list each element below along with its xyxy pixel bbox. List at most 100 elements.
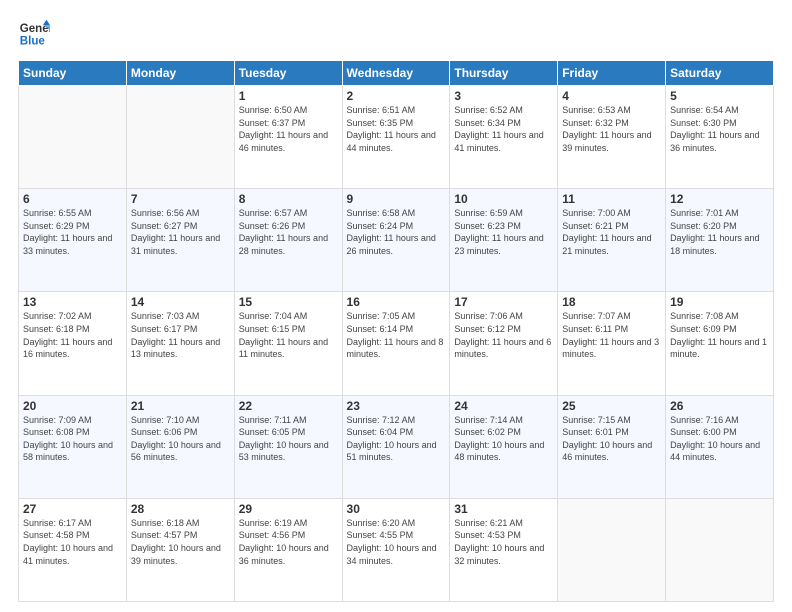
calendar-week-row: 20Sunrise: 7:09 AM Sunset: 6:08 PM Dayli… <box>19 395 774 498</box>
day-info: Sunrise: 7:08 AM Sunset: 6:09 PM Dayligh… <box>670 310 769 360</box>
calendar-table: SundayMondayTuesdayWednesdayThursdayFrid… <box>18 60 774 602</box>
calendar-day-cell: 2Sunrise: 6:51 AM Sunset: 6:35 PM Daylig… <box>342 86 450 189</box>
day-number: 8 <box>239 192 338 206</box>
calendar-week-row: 6Sunrise: 6:55 AM Sunset: 6:29 PM Daylig… <box>19 189 774 292</box>
day-number: 2 <box>347 89 446 103</box>
weekday-header-wednesday: Wednesday <box>342 61 450 86</box>
calendar-day-cell: 20Sunrise: 7:09 AM Sunset: 6:08 PM Dayli… <box>19 395 127 498</box>
calendar-day-cell <box>126 86 234 189</box>
calendar-day-cell: 13Sunrise: 7:02 AM Sunset: 6:18 PM Dayli… <box>19 292 127 395</box>
day-info: Sunrise: 7:11 AM Sunset: 6:05 PM Dayligh… <box>239 414 338 464</box>
day-number: 29 <box>239 502 338 516</box>
day-info: Sunrise: 7:12 AM Sunset: 6:04 PM Dayligh… <box>347 414 446 464</box>
weekday-header-friday: Friday <box>558 61 666 86</box>
day-info: Sunrise: 7:06 AM Sunset: 6:12 PM Dayligh… <box>454 310 553 360</box>
calendar-day-cell: 29Sunrise: 6:19 AM Sunset: 4:56 PM Dayli… <box>234 498 342 601</box>
day-info: Sunrise: 7:01 AM Sunset: 6:20 PM Dayligh… <box>670 207 769 257</box>
header: General Blue <box>18 18 774 50</box>
calendar-day-cell: 21Sunrise: 7:10 AM Sunset: 6:06 PM Dayli… <box>126 395 234 498</box>
day-number: 4 <box>562 89 661 103</box>
weekday-header-row: SundayMondayTuesdayWednesdayThursdayFrid… <box>19 61 774 86</box>
calendar-day-cell <box>666 498 774 601</box>
day-number: 20 <box>23 399 122 413</box>
calendar-day-cell: 17Sunrise: 7:06 AM Sunset: 6:12 PM Dayli… <box>450 292 558 395</box>
day-number: 26 <box>670 399 769 413</box>
calendar-day-cell: 5Sunrise: 6:54 AM Sunset: 6:30 PM Daylig… <box>666 86 774 189</box>
day-info: Sunrise: 6:59 AM Sunset: 6:23 PM Dayligh… <box>454 207 553 257</box>
day-info: Sunrise: 6:51 AM Sunset: 6:35 PM Dayligh… <box>347 104 446 154</box>
day-info: Sunrise: 7:02 AM Sunset: 6:18 PM Dayligh… <box>23 310 122 360</box>
calendar-day-cell: 22Sunrise: 7:11 AM Sunset: 6:05 PM Dayli… <box>234 395 342 498</box>
day-number: 21 <box>131 399 230 413</box>
day-number: 28 <box>131 502 230 516</box>
calendar-day-cell: 1Sunrise: 6:50 AM Sunset: 6:37 PM Daylig… <box>234 86 342 189</box>
day-info: Sunrise: 6:57 AM Sunset: 6:26 PM Dayligh… <box>239 207 338 257</box>
day-info: Sunrise: 7:10 AM Sunset: 6:06 PM Dayligh… <box>131 414 230 464</box>
weekday-header-saturday: Saturday <box>666 61 774 86</box>
calendar-day-cell: 30Sunrise: 6:20 AM Sunset: 4:55 PM Dayli… <box>342 498 450 601</box>
calendar-day-cell: 19Sunrise: 7:08 AM Sunset: 6:09 PM Dayli… <box>666 292 774 395</box>
day-number: 3 <box>454 89 553 103</box>
day-number: 22 <box>239 399 338 413</box>
svg-text:Blue: Blue <box>20 36 46 48</box>
day-number: 23 <box>347 399 446 413</box>
calendar-day-cell <box>558 498 666 601</box>
day-number: 18 <box>562 295 661 309</box>
calendar-day-cell: 9Sunrise: 6:58 AM Sunset: 6:24 PM Daylig… <box>342 189 450 292</box>
calendar-day-cell: 25Sunrise: 7:15 AM Sunset: 6:01 PM Dayli… <box>558 395 666 498</box>
calendar-week-row: 1Sunrise: 6:50 AM Sunset: 6:37 PM Daylig… <box>19 86 774 189</box>
calendar-day-cell: 18Sunrise: 7:07 AM Sunset: 6:11 PM Dayli… <box>558 292 666 395</box>
day-number: 14 <box>131 295 230 309</box>
day-number: 5 <box>670 89 769 103</box>
logo: General Blue <box>18 18 50 50</box>
calendar-day-cell: 28Sunrise: 6:18 AM Sunset: 4:57 PM Dayli… <box>126 498 234 601</box>
day-info: Sunrise: 7:09 AM Sunset: 6:08 PM Dayligh… <box>23 414 122 464</box>
day-info: Sunrise: 7:00 AM Sunset: 6:21 PM Dayligh… <box>562 207 661 257</box>
calendar-day-cell: 16Sunrise: 7:05 AM Sunset: 6:14 PM Dayli… <box>342 292 450 395</box>
day-info: Sunrise: 6:21 AM Sunset: 4:53 PM Dayligh… <box>454 517 553 567</box>
day-info: Sunrise: 6:53 AM Sunset: 6:32 PM Dayligh… <box>562 104 661 154</box>
day-info: Sunrise: 6:18 AM Sunset: 4:57 PM Dayligh… <box>131 517 230 567</box>
day-number: 24 <box>454 399 553 413</box>
day-info: Sunrise: 6:20 AM Sunset: 4:55 PM Dayligh… <box>347 517 446 567</box>
day-number: 25 <box>562 399 661 413</box>
day-number: 16 <box>347 295 446 309</box>
calendar-day-cell: 8Sunrise: 6:57 AM Sunset: 6:26 PM Daylig… <box>234 189 342 292</box>
day-info: Sunrise: 6:50 AM Sunset: 6:37 PM Dayligh… <box>239 104 338 154</box>
day-info: Sunrise: 7:07 AM Sunset: 6:11 PM Dayligh… <box>562 310 661 360</box>
day-info: Sunrise: 6:56 AM Sunset: 6:27 PM Dayligh… <box>131 207 230 257</box>
day-number: 6 <box>23 192 122 206</box>
weekday-header-sunday: Sunday <box>19 61 127 86</box>
calendar-week-row: 13Sunrise: 7:02 AM Sunset: 6:18 PM Dayli… <box>19 292 774 395</box>
day-number: 10 <box>454 192 553 206</box>
day-number: 7 <box>131 192 230 206</box>
day-number: 17 <box>454 295 553 309</box>
day-info: Sunrise: 7:03 AM Sunset: 6:17 PM Dayligh… <box>131 310 230 360</box>
day-number: 9 <box>347 192 446 206</box>
day-info: Sunrise: 6:58 AM Sunset: 6:24 PM Dayligh… <box>347 207 446 257</box>
calendar-day-cell: 27Sunrise: 6:17 AM Sunset: 4:58 PM Dayli… <box>19 498 127 601</box>
weekday-header-thursday: Thursday <box>450 61 558 86</box>
weekday-header-tuesday: Tuesday <box>234 61 342 86</box>
calendar-day-cell: 4Sunrise: 6:53 AM Sunset: 6:32 PM Daylig… <box>558 86 666 189</box>
day-info: Sunrise: 6:52 AM Sunset: 6:34 PM Dayligh… <box>454 104 553 154</box>
calendar-day-cell: 26Sunrise: 7:16 AM Sunset: 6:00 PM Dayli… <box>666 395 774 498</box>
calendar-day-cell: 23Sunrise: 7:12 AM Sunset: 6:04 PM Dayli… <box>342 395 450 498</box>
calendar-week-row: 27Sunrise: 6:17 AM Sunset: 4:58 PM Dayli… <box>19 498 774 601</box>
day-info: Sunrise: 7:15 AM Sunset: 6:01 PM Dayligh… <box>562 414 661 464</box>
day-info: Sunrise: 6:54 AM Sunset: 6:30 PM Dayligh… <box>670 104 769 154</box>
day-number: 31 <box>454 502 553 516</box>
calendar-day-cell: 11Sunrise: 7:00 AM Sunset: 6:21 PM Dayli… <box>558 189 666 292</box>
day-number: 12 <box>670 192 769 206</box>
calendar-day-cell: 10Sunrise: 6:59 AM Sunset: 6:23 PM Dayli… <box>450 189 558 292</box>
calendar-day-cell: 14Sunrise: 7:03 AM Sunset: 6:17 PM Dayli… <box>126 292 234 395</box>
day-number: 1 <box>239 89 338 103</box>
weekday-header-monday: Monday <box>126 61 234 86</box>
calendar-day-cell: 31Sunrise: 6:21 AM Sunset: 4:53 PM Dayli… <box>450 498 558 601</box>
day-info: Sunrise: 6:19 AM Sunset: 4:56 PM Dayligh… <box>239 517 338 567</box>
calendar-day-cell: 12Sunrise: 7:01 AM Sunset: 6:20 PM Dayli… <box>666 189 774 292</box>
day-info: Sunrise: 6:17 AM Sunset: 4:58 PM Dayligh… <box>23 517 122 567</box>
day-info: Sunrise: 6:55 AM Sunset: 6:29 PM Dayligh… <box>23 207 122 257</box>
calendar-day-cell: 3Sunrise: 6:52 AM Sunset: 6:34 PM Daylig… <box>450 86 558 189</box>
calendar-day-cell: 24Sunrise: 7:14 AM Sunset: 6:02 PM Dayli… <box>450 395 558 498</box>
